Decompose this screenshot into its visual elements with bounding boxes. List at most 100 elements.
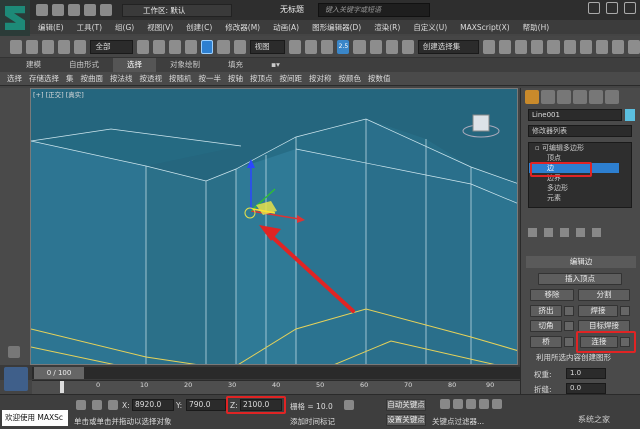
ribbon-tool-set[interactable]: 集 <box>66 73 74 84</box>
selection-filter-dropdown[interactable]: 全部 <box>90 39 133 54</box>
app-logo-icon[interactable] <box>0 0 30 36</box>
redo-icon[interactable] <box>100 4 112 16</box>
snaps-toggle-icon[interactable]: 2.5 <box>337 39 350 54</box>
auto-key-button[interactable]: 自动关键点 <box>386 399 426 411</box>
render-teapot-icon[interactable] <box>627 39 640 54</box>
object-name-field[interactable]: Line001 <box>528 109 622 121</box>
show-end-result-icon[interactable] <box>544 228 553 237</box>
weld-settings-icon[interactable] <box>620 306 630 316</box>
percent-snap-icon[interactable] <box>369 39 382 54</box>
render-frame-icon[interactable] <box>611 39 624 54</box>
ribbon-tool-by-vertex[interactable]: 按顶点 <box>250 73 273 84</box>
insert-vertex-button[interactable]: 插入顶点 <box>538 273 622 285</box>
curve-editor-icon[interactable] <box>547 39 560 54</box>
isolate-selection-icon[interactable] <box>76 400 86 410</box>
modifier-list-dropdown[interactable]: 修改器列表 <box>528 125 632 137</box>
unlink-icon[interactable] <box>58 39 71 54</box>
mirror-icon[interactable] <box>483 39 496 54</box>
wall-left[interactable] <box>31 141 146 365</box>
material-editor-icon[interactable] <box>579 39 592 54</box>
chamfer-settings-icon[interactable] <box>564 321 574 331</box>
ribbon-tool-by-numeric[interactable]: 按数值 <box>368 73 391 84</box>
ribbon-tool-by-surface[interactable]: 按曲面 <box>81 73 104 84</box>
absolute-mode-icon[interactable] <box>108 400 118 410</box>
tab-populate[interactable]: 填充 <box>214 58 257 72</box>
workspace-dropdown[interactable]: 工作区: 默认 <box>122 4 232 17</box>
keyboard-shortcut-icon[interactable] <box>321 39 334 54</box>
tab-object-paint[interactable]: 对象绘制 <box>156 58 214 72</box>
goto-start-icon[interactable] <box>440 399 450 409</box>
pin-stack-icon[interactable] <box>528 228 537 237</box>
ribbon-options-icon[interactable]: ▪▾ <box>257 58 294 72</box>
key-filters-button[interactable]: 关键点过滤器... <box>432 416 484 427</box>
select-manipulate-icon[interactable] <box>305 39 318 54</box>
chamfer-button[interactable]: 切角 <box>530 320 562 332</box>
maximize-icon[interactable] <box>606 2 618 14</box>
menu-edit[interactable]: 编辑(E) <box>38 22 64 33</box>
schematic-view-icon[interactable] <box>563 39 576 54</box>
select-scale-icon[interactable] <box>233 39 246 54</box>
crease-spinner[interactable]: 0.0 <box>566 383 606 394</box>
render-setup-icon[interactable] <box>595 39 608 54</box>
display-tab-icon[interactable] <box>589 90 603 104</box>
menu-tools[interactable]: 工具(T) <box>77 22 102 33</box>
next-frame-icon[interactable] <box>479 399 489 409</box>
rectangular-selection-icon[interactable] <box>168 39 182 54</box>
remove-button[interactable]: 移除 <box>530 289 574 301</box>
menu-customize[interactable]: 自定义(U) <box>413 22 447 33</box>
weight-spinner[interactable]: 1.0 <box>566 368 606 379</box>
viewport-layout-icon[interactable] <box>8 346 20 358</box>
ribbon-tool-by-pivot[interactable]: 按轴 <box>228 73 243 84</box>
tab-freeform[interactable]: 自由形式 <box>55 58 113 72</box>
menu-modifiers[interactable]: 修改器(M) <box>225 22 260 33</box>
maxscript-listener[interactable]: 欢迎使用 MAXSc <box>2 410 68 426</box>
object-color-swatch[interactable] <box>625 109 635 121</box>
open-file-icon[interactable] <box>52 4 64 16</box>
save-file-icon[interactable] <box>68 4 80 16</box>
rollout-edit-edges[interactable]: 编辑边 <box>526 256 636 268</box>
window-crossing-icon[interactable] <box>185 39 198 54</box>
ribbon-tool-store-selection[interactable]: 存储选择 <box>29 73 59 84</box>
play-icon[interactable] <box>466 399 476 409</box>
mini-listener-icon[interactable] <box>4 367 28 391</box>
goto-end-icon[interactable] <box>492 399 502 409</box>
align-icon[interactable] <box>499 39 512 54</box>
named-selection-dropdown[interactable]: 创建选择集 <box>417 39 480 54</box>
link-icon[interactable] <box>42 39 55 54</box>
bridge-settings-icon[interactable] <box>564 337 574 347</box>
wall-right[interactable] <box>471 167 518 365</box>
select-by-name-icon[interactable] <box>152 39 165 54</box>
pivot-center-icon[interactable] <box>289 39 302 54</box>
wall-corner[interactable] <box>206 169 236 365</box>
tab-selection[interactable]: 选择 <box>113 58 156 72</box>
wall-mid-left[interactable] <box>146 166 206 365</box>
menu-help[interactable]: 帮助(H) <box>523 22 550 33</box>
bridge-button[interactable]: 桥 <box>530 336 562 348</box>
reference-coordinate-dropdown[interactable]: 视图 <box>249 39 286 54</box>
undo-icon[interactable] <box>84 4 96 16</box>
new-file-icon[interactable] <box>36 4 48 16</box>
extrude-settings-icon[interactable] <box>564 306 574 316</box>
extrude-button[interactable]: 挤出 <box>530 305 562 317</box>
menu-graph-editors[interactable]: 图形编辑器(D) <box>312 22 361 33</box>
stack-item-element[interactable]: 元素 <box>529 193 631 203</box>
x-coord-field[interactable]: 8920.0 <box>132 399 174 411</box>
angle-snap-icon[interactable] <box>353 39 366 54</box>
make-unique-icon[interactable] <box>560 228 569 237</box>
lock-selection-icon[interactable] <box>92 400 102 410</box>
motion-tab-icon[interactable] <box>573 90 587 104</box>
menu-create[interactable]: 创建(C) <box>186 22 212 33</box>
spinner-snap-icon[interactable] <box>385 39 398 54</box>
split-button[interactable]: 分割 <box>578 289 630 301</box>
set-key-button[interactable]: 设置关键点 <box>386 414 426 426</box>
ribbon-toggle-icon[interactable] <box>531 39 544 54</box>
select-object-icon[interactable] <box>136 39 149 54</box>
y-coord-field[interactable]: 790.0 <box>186 399 226 411</box>
redo-icon[interactable] <box>26 39 39 54</box>
create-tab-icon[interactable] <box>525 90 539 104</box>
bind-spacewarp-icon[interactable] <box>74 39 87 54</box>
ribbon-tool-by-random[interactable]: 按随机 <box>169 73 192 84</box>
viewport-label[interactable]: [+] [正交] [真实] <box>33 89 84 99</box>
hierarchy-tab-icon[interactable] <box>557 90 571 104</box>
time-slider-track[interactable] <box>32 367 520 379</box>
